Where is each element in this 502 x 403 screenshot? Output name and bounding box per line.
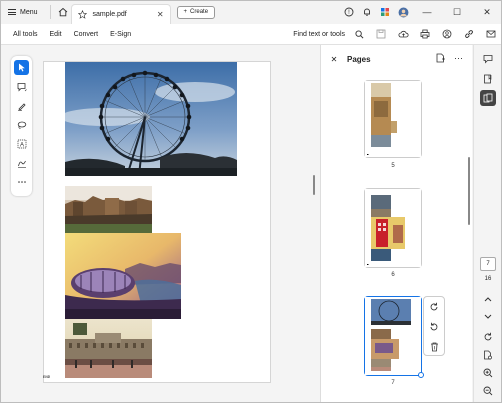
create-button[interactable]: + Create xyxy=(176,5,216,19)
zoom-in-icon[interactable] xyxy=(480,365,496,381)
delete-page-icon[interactable] xyxy=(424,337,444,357)
menu-item-e-sign[interactable]: E-Sign xyxy=(98,31,131,38)
resize-handle[interactable] xyxy=(418,372,424,378)
document-scrollbar[interactable] xyxy=(313,175,315,195)
insert-page-icon[interactable] xyxy=(436,53,445,65)
page-thumbnail[interactable] xyxy=(364,80,422,158)
page-settings-icon[interactable] xyxy=(480,347,496,363)
minimize-button[interactable]: — xyxy=(412,0,442,24)
print-icon[interactable] xyxy=(414,24,436,45)
chevron-up-icon[interactable] xyxy=(480,291,496,307)
page-thumbnail[interactable] xyxy=(364,188,422,268)
thumbnail-actions xyxy=(423,296,445,356)
svg-text:!: ! xyxy=(348,10,350,16)
pages-panel-title: Pages xyxy=(347,54,371,64)
current-page-input[interactable]: 7 xyxy=(480,257,496,271)
save-icon[interactable] xyxy=(370,24,392,45)
page-thumbnail-selected[interactable] xyxy=(364,296,422,376)
hamburger-icon xyxy=(8,9,16,15)
apps-grid-icon[interactable] xyxy=(376,0,394,24)
buckingham-palace-photo xyxy=(65,319,152,378)
menu-item-edit[interactable]: Edit xyxy=(38,31,62,38)
end-marker-text: END xyxy=(43,376,51,380)
comment-tool-icon[interactable] xyxy=(14,79,29,94)
more-tools-icon[interactable] xyxy=(14,174,29,189)
pages-thumbnails-icon[interactable] xyxy=(480,90,496,106)
close-window-button[interactable]: ✕ xyxy=(472,0,502,24)
home-icon xyxy=(58,7,67,17)
close-tab-icon[interactable]: ✕ xyxy=(157,10,164,19)
close-panel-icon[interactable]: ✕ xyxy=(321,55,347,64)
thumbnail-page-number: 5 xyxy=(391,163,395,169)
select-tool-icon[interactable] xyxy=(14,60,29,75)
menu-item-convert[interactable]: Convert xyxy=(62,31,99,38)
chevron-down-icon[interactable] xyxy=(480,309,496,325)
rotate-counterclockwise-icon[interactable] xyxy=(424,317,444,337)
thumbnail-image xyxy=(365,297,421,375)
tower-of-london-photo xyxy=(65,186,152,234)
menu-item-all-tools[interactable]: All tools xyxy=(0,31,38,38)
add-text-tool-icon[interactable]: A xyxy=(14,136,29,151)
link-icon[interactable] xyxy=(458,24,480,45)
menu-label: Menu xyxy=(20,8,38,16)
menu-bar: All tools Edit Convert E-Sign Find text … xyxy=(0,24,502,45)
divider xyxy=(49,5,51,19)
thumbnail-image xyxy=(365,189,421,267)
pages-panel-header: ✕ Pages ··· xyxy=(321,45,473,73)
bell-icon[interactable] xyxy=(358,0,376,24)
thumbnail-image xyxy=(365,81,421,157)
svg-text:A: A xyxy=(19,142,23,148)
comments-icon[interactable] xyxy=(480,51,496,67)
pdf-page xyxy=(43,61,271,383)
create-label: Create xyxy=(190,9,209,15)
home-button[interactable] xyxy=(55,0,71,24)
plus-icon: + xyxy=(183,9,188,15)
thames-capsule-photo xyxy=(65,233,181,319)
email-icon[interactable] xyxy=(480,24,502,45)
right-rail: 7 16 xyxy=(473,45,502,403)
thumbnail-page-number: 7 xyxy=(391,380,395,386)
title-bar: Menu sample.pdf ✕ + Create ! — ☐ ✕ xyxy=(0,0,502,24)
refresh-icon[interactable] xyxy=(480,329,496,345)
avatar[interactable] xyxy=(394,0,412,24)
maximize-button[interactable]: ☐ xyxy=(442,0,472,24)
cloud-upload-icon[interactable] xyxy=(392,24,414,45)
share-icon[interactable] xyxy=(436,24,458,45)
app-window: Menu sample.pdf ✕ + Create ! — ☐ ✕ All t… xyxy=(0,0,502,403)
document-tab[interactable]: sample.pdf ✕ xyxy=(70,4,171,24)
zoom-out-icon[interactable] xyxy=(480,383,496,399)
quick-tools-rail: A xyxy=(11,56,32,196)
thumbnail-page-number: 6 xyxy=(391,272,395,278)
search-icon[interactable] xyxy=(348,24,370,45)
menu-button[interactable]: Menu xyxy=(0,0,46,24)
rotate-clockwise-icon[interactable] xyxy=(424,297,444,317)
total-pages-label: 16 xyxy=(484,276,492,282)
tab-title: sample.pdf xyxy=(92,11,127,18)
star-icon[interactable] xyxy=(77,10,87,19)
london-eye-photo xyxy=(65,62,237,176)
pages-panel-scrollbar[interactable] xyxy=(468,157,470,225)
find-text-or-tools-button[interactable]: Find text or tools xyxy=(293,31,345,38)
bookmarks-icon[interactable] xyxy=(480,71,496,87)
sign-tool-icon[interactable] xyxy=(14,155,29,170)
draw-tool-icon[interactable] xyxy=(14,98,29,113)
help-icon[interactable]: ! xyxy=(340,0,358,24)
more-options-icon[interactable]: ··· xyxy=(454,53,463,63)
lasso-tool-icon[interactable] xyxy=(14,117,29,132)
